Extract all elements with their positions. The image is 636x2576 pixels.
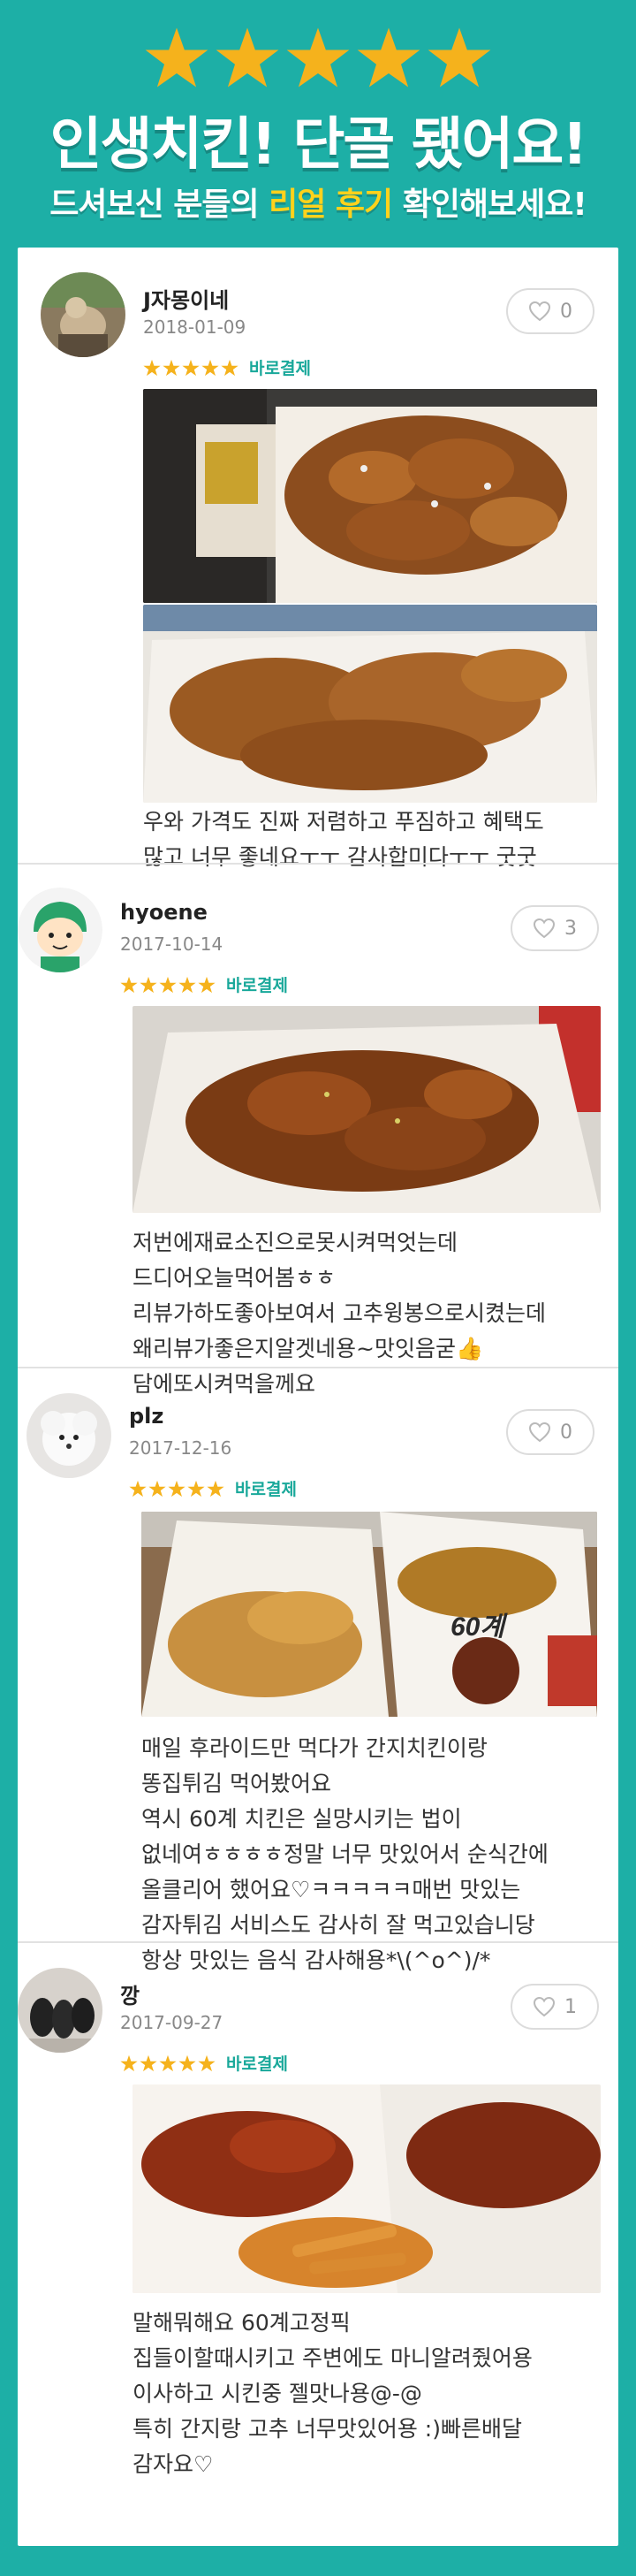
review-date: 2017-12-16 <box>129 1437 232 1459</box>
star-icon <box>120 976 138 994</box>
review-username: 깡 <box>120 1984 140 2008</box>
star-icon <box>426 27 493 88</box>
star-icon <box>129 1480 147 1498</box>
avatar[interactable] <box>18 1968 102 2053</box>
star-icon <box>140 2054 157 2072</box>
like-button[interactable]: 0 <box>506 1409 594 1455</box>
page-title: 인생치킨! 단골 됐어요! <box>49 112 588 178</box>
review-date: 2017-09-27 <box>120 2012 223 2033</box>
page-subtitle: 드셔보신 분들의 리얼 후기 확인해보세요! <box>0 179 636 225</box>
header-stars <box>0 27 636 88</box>
star-icon <box>143 359 161 377</box>
star-icon <box>168 1480 186 1498</box>
rating-stars: 바로결제 <box>129 1476 297 1500</box>
heart-icon <box>533 918 556 939</box>
review-photo[interactable]: 60계 <box>141 1512 597 1717</box>
like-count: 0 <box>560 1421 572 1444</box>
like-count: 0 <box>560 300 572 323</box>
like-button[interactable]: 3 <box>511 905 599 951</box>
star-icon <box>198 976 216 994</box>
like-count: 1 <box>564 1995 577 2018</box>
review-date: 2017-10-14 <box>120 934 223 955</box>
star-icon <box>284 27 352 88</box>
avatar[interactable] <box>41 272 125 357</box>
payment-badge: 바로결제 <box>235 1480 297 1499</box>
rating-stars: 바로결제 <box>120 972 288 996</box>
avatar[interactable] <box>26 1393 111 1478</box>
review-photo[interactable] <box>143 605 597 803</box>
review-card: plz 2017-12-16 0 바로결제 60계 매일 후라이드만 먹다가 간… <box>18 1368 618 1973</box>
svg-text:60계: 60계 <box>450 1612 508 1642</box>
review-photo[interactable] <box>143 389 597 603</box>
review-card: hyoene 2017-10-14 3 바로결제 저번에재료소진으로못시켜먹엇는… <box>18 865 618 1397</box>
review-date: 2018-01-09 <box>143 316 246 338</box>
star-icon <box>201 359 219 377</box>
avatar[interactable] <box>18 888 102 972</box>
review-username: hyoene <box>120 900 208 925</box>
star-icon <box>159 2054 177 2072</box>
like-count: 3 <box>564 917 577 940</box>
star-icon <box>198 2054 216 2072</box>
subtitle-prefix: 드셔보신 분들의 <box>49 187 269 223</box>
star-icon <box>163 359 180 377</box>
rating-stars: 바로결제 <box>143 355 311 379</box>
star-icon <box>207 1480 224 1498</box>
star-icon <box>187 1480 205 1498</box>
star-icon <box>355 27 422 88</box>
review-card: 깡 2017-09-27 1 바로결제 말해뭐해요 60계고정픽 집들이할때시키… <box>18 1943 618 2526</box>
subtitle-highlight: 리얼 후기 <box>269 187 393 223</box>
subtitle-suffix: 확인해보세요! <box>392 187 587 223</box>
review-card: J자몽이네 2018-01-09 0 바로결제 우와 가격도 진짜 저렴하고 푸… <box>18 248 618 870</box>
review-text: 말해뭐해요 60계고정픽 집들이할때시키고 주변에도 마니알려줬어용 이사하고 … <box>132 2310 533 2477</box>
payment-badge: 바로결제 <box>249 359 311 378</box>
review-panel: J자몽이네 2018-01-09 0 바로결제 우와 가격도 진짜 저렴하고 푸… <box>18 248 618 2546</box>
payment-badge: 바로결제 <box>226 2054 288 2074</box>
star-icon <box>159 976 177 994</box>
like-button[interactable]: 1 <box>511 1984 599 2030</box>
review-photo[interactable] <box>132 1006 601 1213</box>
star-icon <box>214 27 281 88</box>
header-banner: 인생치킨! 단골 됐어요! 드셔보신 분들의 리얼 후기 확인해보세요! <box>0 0 636 248</box>
rating-stars: 바로결제 <box>120 2051 288 2075</box>
review-username: J자몽이네 <box>143 288 230 313</box>
heart-icon <box>533 1996 556 2017</box>
star-icon <box>221 359 238 377</box>
review-username: plz <box>129 1404 164 1429</box>
heart-icon <box>528 301 551 322</box>
star-icon <box>148 1480 166 1498</box>
heart-icon <box>528 1421 551 1443</box>
review-photo[interactable] <box>132 2084 601 2293</box>
star-icon <box>140 976 157 994</box>
star-icon <box>120 2054 138 2072</box>
payment-badge: 바로결제 <box>226 976 288 995</box>
star-icon <box>178 976 196 994</box>
like-button[interactable]: 0 <box>506 288 594 334</box>
star-icon <box>178 2054 196 2072</box>
star-icon <box>182 359 200 377</box>
star-icon <box>143 27 210 88</box>
